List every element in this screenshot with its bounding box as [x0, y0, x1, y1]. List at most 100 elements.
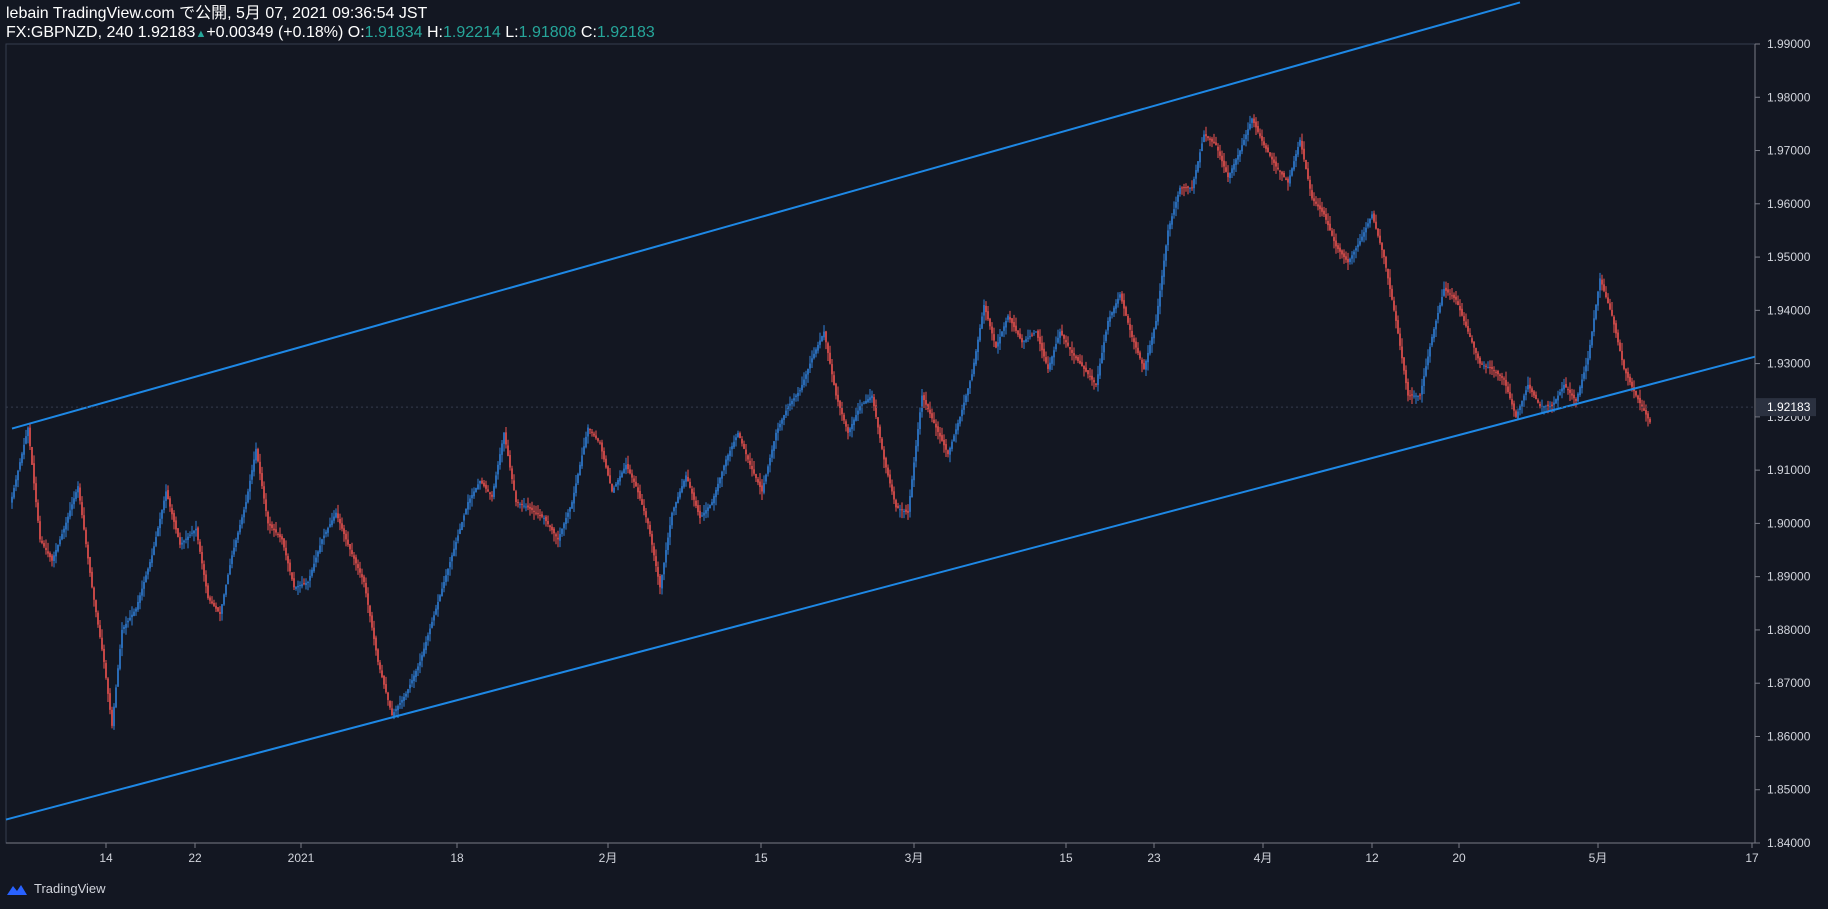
candle-body [505, 432, 507, 445]
candle-body [757, 479, 759, 483]
candle-body [711, 502, 713, 506]
candle-body [415, 671, 417, 678]
candle-body [1239, 150, 1241, 157]
candle-body [871, 395, 873, 399]
candle-body [1227, 172, 1229, 178]
candle-body [1427, 356, 1429, 366]
candle-body [1117, 298, 1119, 304]
candle-body [469, 498, 471, 503]
candle-body [759, 481, 761, 488]
candle-body [233, 547, 235, 555]
candle-body [761, 485, 763, 492]
candle-body [893, 491, 895, 500]
candle-body [953, 435, 955, 442]
time-tick-label: 5月 [1589, 851, 1608, 865]
candle-body [185, 538, 187, 540]
candle-body [279, 534, 281, 538]
candle-body [607, 466, 609, 476]
candle-body [1213, 141, 1215, 144]
candle-body [567, 512, 569, 517]
candle-body [1101, 352, 1103, 364]
candle-body [13, 488, 15, 498]
candle-body [1527, 384, 1529, 390]
candle-body [1379, 235, 1381, 243]
candle-body [719, 477, 721, 484]
candle-body [1387, 269, 1389, 279]
candle-body [53, 555, 55, 562]
candle-body [1285, 178, 1287, 180]
candle-body [1087, 370, 1089, 375]
candle-body [1035, 331, 1037, 333]
candle-body [1219, 151, 1221, 156]
candle-body [571, 502, 573, 509]
candle-body [753, 469, 755, 474]
candle-body [151, 555, 153, 563]
candle-body [1159, 290, 1161, 307]
candle-body [825, 331, 827, 343]
candle-body [1493, 370, 1495, 372]
candle-body [819, 340, 821, 345]
candle-body [249, 480, 251, 492]
candle-body [701, 515, 703, 517]
candle-body [319, 545, 321, 553]
candle-body [561, 528, 563, 535]
candle-body [267, 511, 269, 524]
candle-body [1561, 388, 1563, 392]
candle-body [191, 532, 193, 534]
candle-body [461, 522, 463, 530]
candle-body [657, 567, 659, 577]
time-tick-label: 2021 [288, 851, 315, 865]
candle-body [1569, 389, 1571, 393]
candle-body [829, 352, 831, 364]
candle-body [355, 557, 357, 564]
candle-body [1139, 352, 1141, 359]
candle-body [1401, 346, 1403, 359]
candle-body [1321, 207, 1323, 212]
candle-body [1241, 145, 1243, 152]
candle-body [1593, 318, 1595, 332]
candle-body [79, 487, 81, 501]
channel-upper-line[interactable] [11, 1, 1521, 430]
plot-frame [5, 43, 1756, 844]
candle-body [595, 435, 597, 439]
candle-body [873, 397, 875, 407]
candle-body [1353, 251, 1355, 255]
candle-body [237, 532, 239, 540]
candle-body [1123, 300, 1125, 309]
candle-body [559, 534, 561, 541]
candle-body [803, 379, 805, 386]
candle-body [889, 474, 891, 484]
candle-body [731, 446, 733, 450]
candle-body [837, 394, 839, 402]
candle-body [479, 480, 481, 484]
candle-body [945, 444, 947, 450]
candle-body [789, 403, 791, 406]
price-chart[interactable]: 1.99000 1.98000 1.97000 1.96000 1.95000 1.940… [0, 0, 1828, 909]
candle-body [883, 449, 885, 460]
candle-body [609, 475, 611, 484]
candle-body [87, 544, 89, 559]
candle-body [935, 423, 937, 428]
candle-body [431, 621, 433, 628]
candle-body [1499, 374, 1501, 377]
candle-body [1231, 168, 1233, 174]
candle-body [965, 395, 967, 403]
candle-body [177, 528, 179, 538]
candle-body [961, 409, 963, 417]
candle-body [1439, 305, 1441, 313]
candle-body [1613, 316, 1615, 325]
candle-body [341, 523, 343, 529]
candle-body [1145, 360, 1147, 370]
candle-body [1115, 303, 1117, 309]
candle-body [113, 706, 115, 727]
candle-body [213, 602, 215, 606]
candle-body [801, 384, 803, 391]
candle-body [655, 556, 657, 567]
candle-body [1373, 213, 1375, 222]
candle-body [1481, 363, 1483, 365]
candle-body [667, 537, 669, 551]
candle-body [1479, 357, 1481, 364]
candle-body [933, 419, 935, 423]
candle-body [1017, 330, 1019, 335]
candle-body [1417, 395, 1419, 397]
